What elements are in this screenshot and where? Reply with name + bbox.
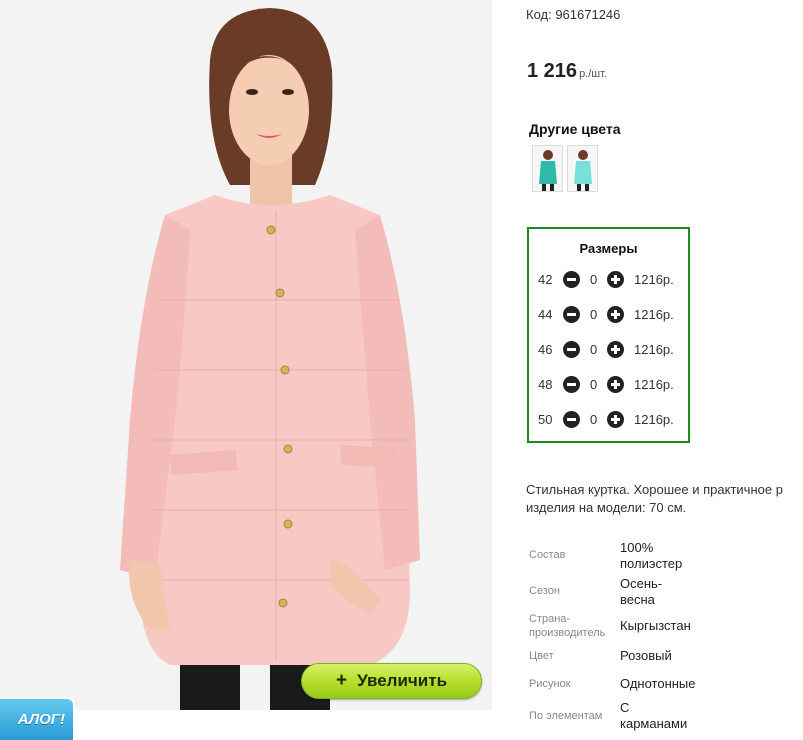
product-image bbox=[0, 0, 492, 710]
quantity-value: 0 bbox=[590, 412, 598, 427]
minus-icon[interactable] bbox=[563, 341, 580, 358]
zoom-button-label: Увеличить bbox=[357, 671, 448, 690]
attr-label-season: Сезон bbox=[529, 585, 560, 597]
plus-circle-icon[interactable] bbox=[607, 306, 624, 323]
attr-value-details: С карманами bbox=[620, 700, 688, 731]
catalog-badge-label: АЛОГ! bbox=[17, 711, 65, 728]
catalog-badge[interactable]: АЛОГ! bbox=[0, 697, 75, 740]
zoom-button[interactable]: + Увеличить bbox=[301, 663, 482, 699]
size-price: 1216р. bbox=[634, 307, 674, 322]
plus-circle-icon[interactable] bbox=[607, 411, 624, 428]
attr-label-pattern: Рисунок bbox=[529, 678, 571, 690]
minus-icon[interactable] bbox=[563, 306, 580, 323]
size-value: 48 bbox=[538, 377, 553, 392]
size-value: 44 bbox=[538, 307, 553, 322]
size-row: 46 0 1216р. bbox=[529, 340, 688, 360]
price-unit: р./шт. bbox=[579, 68, 607, 80]
size-price: 1216р. bbox=[634, 342, 674, 357]
attr-value-pattern: Однотонные bbox=[620, 676, 696, 691]
attr-label-details: По элементам bbox=[529, 710, 603, 722]
attr-value-color: Розовый bbox=[620, 648, 672, 663]
attr-value-country: Кыргызстан bbox=[620, 618, 691, 633]
attr-label-country: Страна-производитель bbox=[529, 613, 606, 639]
size-price: 1216р. bbox=[634, 412, 674, 427]
plus-circle-icon[interactable] bbox=[607, 376, 624, 393]
attr-label-color: Цвет bbox=[529, 650, 554, 662]
minus-icon[interactable] bbox=[563, 271, 580, 288]
sizes-title: Размеры bbox=[579, 241, 638, 256]
product-description: Стильная куртка. Хорошее и практичное р … bbox=[526, 481, 803, 517]
sizes-panel: Размеры 42 0 1216р. 44 0 1216р. 46 0 121… bbox=[527, 227, 690, 443]
quantity-value: 0 bbox=[590, 272, 598, 287]
minus-icon[interactable] bbox=[563, 376, 580, 393]
description-line: изделия на модели: 70 см. bbox=[526, 500, 687, 515]
size-row: 44 0 1216р. bbox=[529, 305, 688, 325]
plus-circle-icon[interactable] bbox=[607, 341, 624, 358]
quantity-value: 0 bbox=[590, 377, 598, 392]
swatch-image bbox=[533, 146, 562, 191]
attr-label-composition: Состав bbox=[529, 549, 566, 561]
size-value: 46 bbox=[538, 342, 553, 357]
product-code: Код: 961671246 bbox=[526, 7, 621, 22]
swatch-image bbox=[568, 146, 597, 191]
size-row: 50 0 1216р. bbox=[529, 410, 688, 430]
size-price: 1216р. bbox=[634, 272, 674, 287]
minus-icon[interactable] bbox=[563, 411, 580, 428]
attr-value-season: Осень-весна bbox=[620, 576, 663, 607]
size-price: 1216р. bbox=[634, 377, 674, 392]
size-row: 42 0 1216р. bbox=[529, 270, 688, 290]
size-row: 48 0 1216р. bbox=[529, 375, 688, 395]
plus-icon: + bbox=[335, 670, 348, 691]
other-colors-title: Другие цвета bbox=[529, 121, 621, 137]
price-amount: 1 216 bbox=[527, 60, 578, 82]
quantity-value: 0 bbox=[590, 342, 598, 357]
attr-value-composition: 100% полиэстер bbox=[620, 540, 683, 571]
size-value: 42 bbox=[538, 272, 553, 287]
product-price: 1 216 р./шт. bbox=[527, 60, 607, 83]
plus-circle-icon[interactable] bbox=[607, 271, 624, 288]
quantity-value: 0 bbox=[590, 307, 598, 322]
color-swatch[interactable] bbox=[567, 145, 598, 192]
size-value: 50 bbox=[538, 412, 553, 427]
color-swatch[interactable] bbox=[532, 145, 563, 192]
description-line: Стильная куртка. Хорошее и практичное р bbox=[526, 482, 783, 497]
product-photo[interactable]: + Увеличить bbox=[0, 0, 492, 710]
